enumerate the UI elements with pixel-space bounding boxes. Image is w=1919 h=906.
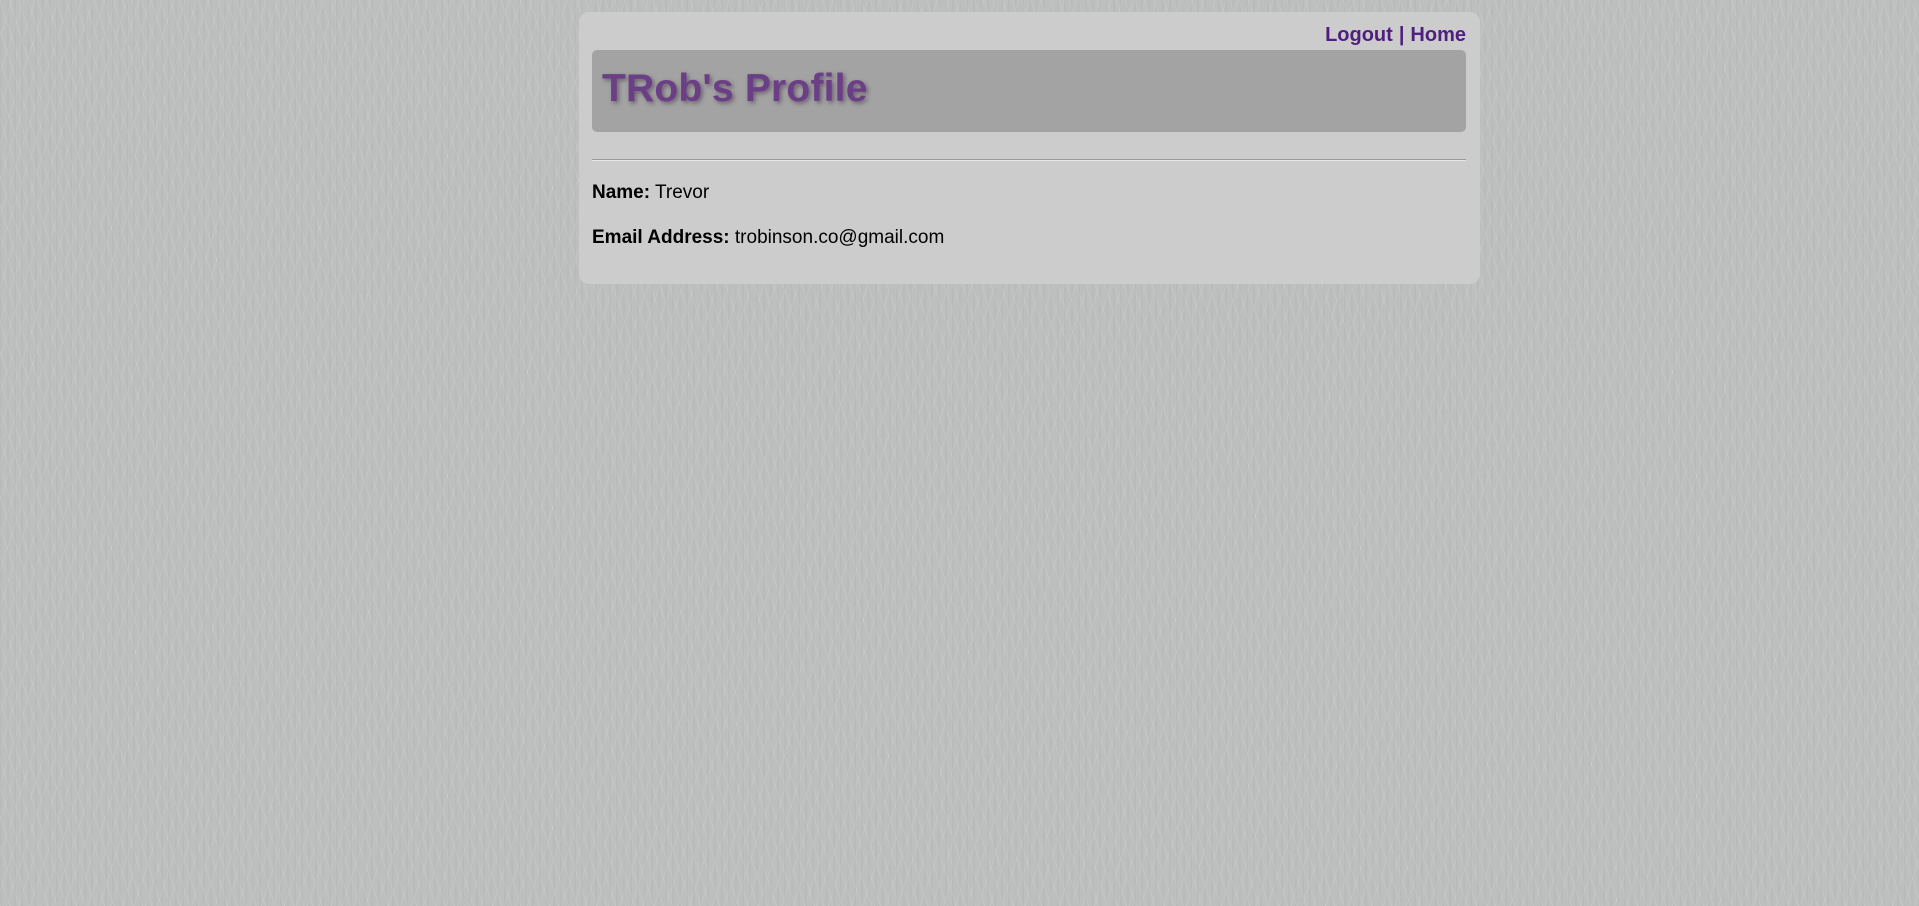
- nav-separator: |: [1398, 24, 1405, 46]
- email-value: trobinson.co@gmail.com: [734, 227, 945, 248]
- email-label: Email Address:: [592, 227, 730, 248]
- name-value: Trevor: [655, 182, 710, 203]
- page-title: TRob's Profile: [602, 67, 868, 110]
- name-label: Name:: [592, 182, 651, 203]
- logout-link[interactable]: Logout: [1325, 24, 1393, 46]
- divider: [592, 159, 1466, 161]
- profile-panel: Logout | Home TRob's Profile Name: Trevor …: [579, 12, 1480, 284]
- name-field: Name: Trevor: [592, 182, 709, 204]
- top-nav: Logout | Home: [1325, 24, 1466, 47]
- email-field: Email Address: trobinson.co@gmail.com: [592, 227, 944, 249]
- home-link[interactable]: Home: [1410, 24, 1466, 46]
- header-bar: TRob's Profile: [592, 50, 1466, 132]
